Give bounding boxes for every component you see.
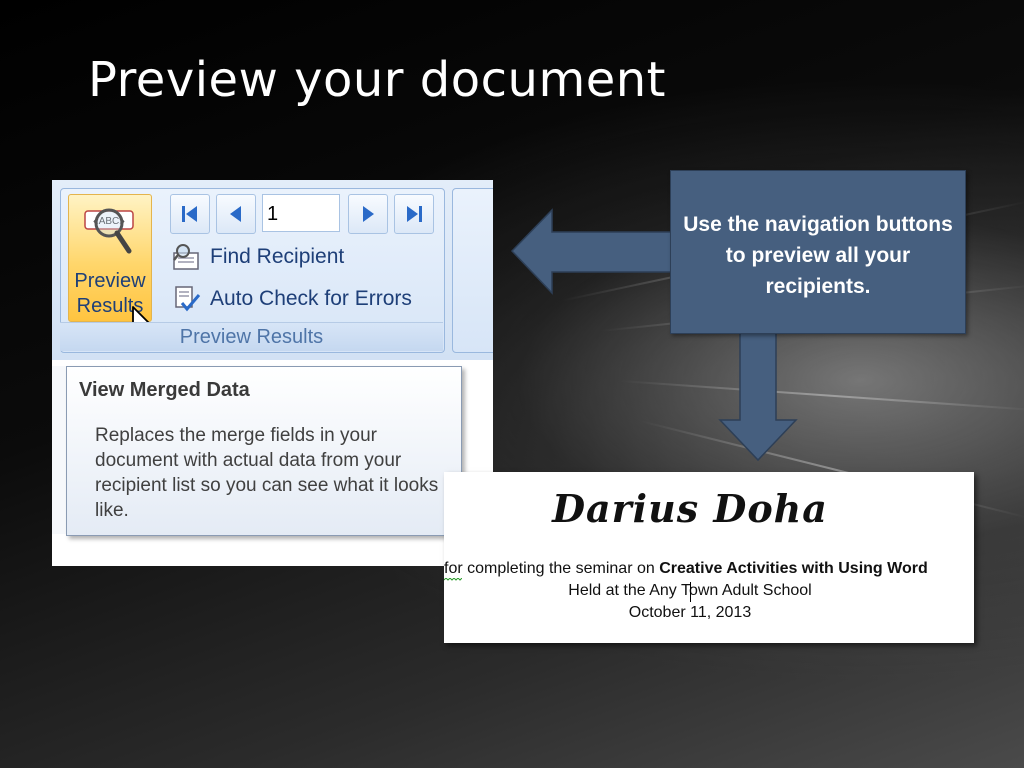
seminar-title: Creative Activities with Using Word bbox=[659, 560, 928, 577]
certificate-line1-prefix: for completing the seminar on bbox=[444, 560, 660, 577]
tooltip-title: View Merged Data bbox=[79, 379, 250, 401]
certificate-line1: for completing the seminar on Creative A… bbox=[444, 560, 974, 578]
text-cursor bbox=[690, 582, 691, 602]
certificate-date: October 11, 2013 bbox=[628, 604, 752, 621]
last-record-icon bbox=[407, 206, 422, 222]
document-edge bbox=[52, 366, 67, 534]
next-ribbon-group bbox=[452, 188, 493, 353]
ribbon-screenshot: «ABC» Preview Results 1 bbox=[52, 180, 493, 566]
find-recipient-command[interactable]: Find Recipient bbox=[172, 240, 344, 274]
slide-title: Preview your document bbox=[88, 52, 666, 108]
auto-check-label: Auto Check for Errors bbox=[210, 287, 412, 310]
first-record-button[interactable] bbox=[170, 194, 210, 234]
tooltip: View Merged Data Replaces the merge fiel… bbox=[66, 366, 462, 536]
auto-check-icon bbox=[175, 286, 201, 312]
preview-label-line1: Preview bbox=[74, 270, 146, 292]
record-number-input[interactable]: 1 bbox=[262, 194, 340, 232]
first-record-icon bbox=[182, 206, 197, 222]
group-label: Preview Results bbox=[60, 322, 443, 351]
abc-magnifier-icon: «ABC» bbox=[84, 208, 134, 254]
previous-record-icon bbox=[230, 206, 241, 222]
certificate-preview: Darius Doha for completing the seminar o… bbox=[444, 472, 974, 643]
callout-box: Use the navigation buttons to preview al… bbox=[670, 170, 966, 334]
find-recipient-icon bbox=[173, 244, 199, 270]
auto-check-errors-command[interactable]: Auto Check for Errors bbox=[172, 282, 412, 316]
next-record-icon bbox=[363, 206, 374, 222]
callout-text: Use the navigation buttons to preview al… bbox=[683, 213, 953, 298]
background-streak bbox=[619, 380, 1024, 412]
next-record-button[interactable] bbox=[348, 194, 388, 234]
recipient-name: Darius Doha bbox=[552, 486, 828, 531]
preview-results-button[interactable]: «ABC» Preview Results bbox=[68, 194, 153, 339]
last-record-button[interactable] bbox=[394, 194, 434, 234]
tooltip-body: Replaces the merge fields in your docume… bbox=[95, 425, 439, 521]
previous-record-button[interactable] bbox=[216, 194, 256, 234]
find-recipient-label: Find Recipient bbox=[210, 245, 345, 268]
down-arrow bbox=[718, 329, 798, 462]
spellcheck-squiggle bbox=[444, 578, 462, 581]
